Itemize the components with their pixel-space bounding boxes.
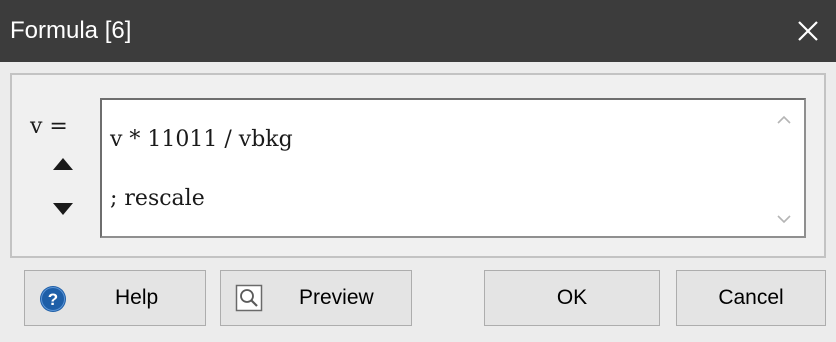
- ok-label: OK: [556, 286, 588, 309]
- question-circle-icon: ?: [39, 285, 67, 319]
- formula-text[interactable]: v * 11011 / vbkg ; rescale: [110, 110, 750, 228]
- move-down-button[interactable]: [48, 199, 78, 219]
- chevron-up-icon: [777, 115, 791, 124]
- preview-label: Preview: [299, 286, 374, 309]
- formula-dialog: Formula [6] v = v * 11011 / vbkg ; resca…: [0, 0, 836, 342]
- svg-text:?: ?: [48, 290, 58, 309]
- help-label: Help: [115, 286, 159, 309]
- title-bar[interactable]: Formula [6]: [0, 0, 836, 62]
- scroll-up-button[interactable]: [776, 112, 792, 126]
- move-up-button[interactable]: [48, 154, 78, 174]
- close-icon: [798, 21, 818, 41]
- dialog-title: Formula [6]: [10, 17, 132, 44]
- close-button[interactable]: [780, 0, 836, 62]
- cancel-label: Cancel: [718, 286, 784, 309]
- triangle-up-icon: [53, 158, 73, 170]
- triangle-down-icon: [53, 203, 73, 215]
- help-button[interactable]: ? Help: [24, 270, 206, 326]
- magnifier-icon: [235, 284, 263, 318]
- preview-button[interactable]: Preview: [220, 270, 412, 326]
- formula-textarea[interactable]: v * 11011 / vbkg ; rescale: [100, 98, 806, 238]
- variable-label: v =: [30, 114, 68, 139]
- scroll-down-button[interactable]: [776, 212, 792, 226]
- ok-button[interactable]: OK: [484, 270, 660, 326]
- cancel-button[interactable]: Cancel: [676, 270, 826, 326]
- chevron-down-icon: [777, 214, 791, 223]
